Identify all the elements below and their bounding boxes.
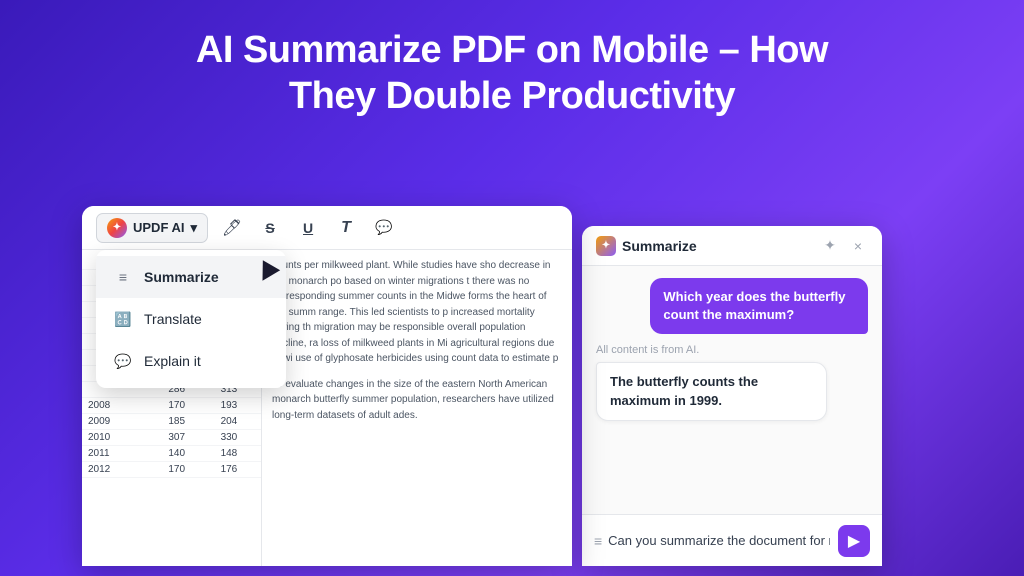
updf-label: UPDF AI	[133, 220, 185, 235]
table-row: 2010 307 330	[82, 430, 261, 446]
underline-icon[interactable]: U	[294, 214, 322, 242]
ai-source-label: All content is from AI.	[596, 344, 868, 356]
hero-title: AI Summarize PDF on Mobile – How They Do…	[0, 0, 1024, 139]
hero-title-line2: They Double Productivity	[289, 75, 735, 117]
explain-icon: 💬	[112, 350, 134, 372]
send-arrow-icon: ▶	[848, 531, 860, 551]
table-row: 2009 185 204	[82, 414, 261, 430]
pdf-right-text-top: counts per milkweed plant. While studies…	[272, 258, 562, 367]
comment-icon[interactable]: 💬	[370, 214, 398, 242]
strikethrough-icon[interactable]: S	[256, 214, 284, 242]
table-row: 2011 140 148	[82, 446, 261, 462]
chat-panel: ✦ Summarize ✦ × Which year does the butt…	[582, 226, 882, 566]
pdf-text-content: counts per milkweed plant. While studies…	[262, 250, 572, 566]
summarize-icon: ≡	[112, 266, 134, 288]
ui-mockup: ✦ UPDF AI ▾ 🖊 S U T 💬 ≡ Summarize 🔠 Tran…	[82, 206, 942, 576]
chat-input-area[interactable]: ≡ ▶	[582, 514, 882, 566]
send-button[interactable]: ▶	[838, 525, 870, 557]
pdf-toolbar: ✦ UPDF AI ▾ 🖊 S U T 💬	[82, 206, 572, 250]
chat-messages-area: Which year does the butterfly count the …	[582, 266, 882, 514]
chat-title: ✦ Summarize	[596, 236, 697, 256]
dropdown-item-translate[interactable]: 🔠 Translate	[96, 298, 286, 340]
chat-input-row: ≡	[594, 533, 830, 549]
summarize-sparkle-icon: ✦	[596, 236, 616, 256]
pdf-editor-panel: ✦ UPDF AI ▾ 🖊 S U T 💬 ≡ Summarize 🔠 Tran…	[82, 206, 572, 566]
summarize-label: Summarize	[144, 269, 219, 285]
table-row: 2008 170 193	[82, 398, 261, 414]
dropdown-item-explain[interactable]: 💬 Explain it	[96, 340, 286, 382]
updf-chevron: ▾	[191, 220, 198, 236]
hero-title-line1: AI Summarize PDF on Mobile – How	[196, 29, 828, 71]
ai-response-bubble: The butterfly counts the maximum in 1999…	[596, 362, 827, 420]
updf-ai-button[interactable]: ✦ UPDF AI ▾	[96, 213, 208, 243]
translate-icon: 🔠	[112, 308, 134, 330]
text-format-icon[interactable]: 🖊	[218, 214, 246, 242]
chat-header: ✦ Summarize ✦ ×	[582, 226, 882, 266]
chat-header-actions: ✦ ×	[820, 236, 868, 256]
translate-label: Translate	[144, 311, 202, 327]
explain-label: Explain it	[144, 353, 201, 369]
table-row: 2012 170 176	[82, 462, 261, 478]
chat-title-label: Summarize	[622, 238, 697, 254]
updf-logo-icon: ✦	[107, 218, 127, 238]
pdf-bottom-text: To evaluate changes in the size of the e…	[272, 377, 562, 424]
chat-input-field[interactable]	[608, 533, 830, 548]
close-button[interactable]: ×	[848, 236, 868, 256]
input-summarize-icon: ≡	[594, 533, 602, 549]
user-message-bubble: Which year does the butterfly count the …	[650, 278, 868, 334]
pin-button[interactable]: ✦	[820, 236, 840, 256]
text-style-icon[interactable]: T	[332, 214, 360, 242]
